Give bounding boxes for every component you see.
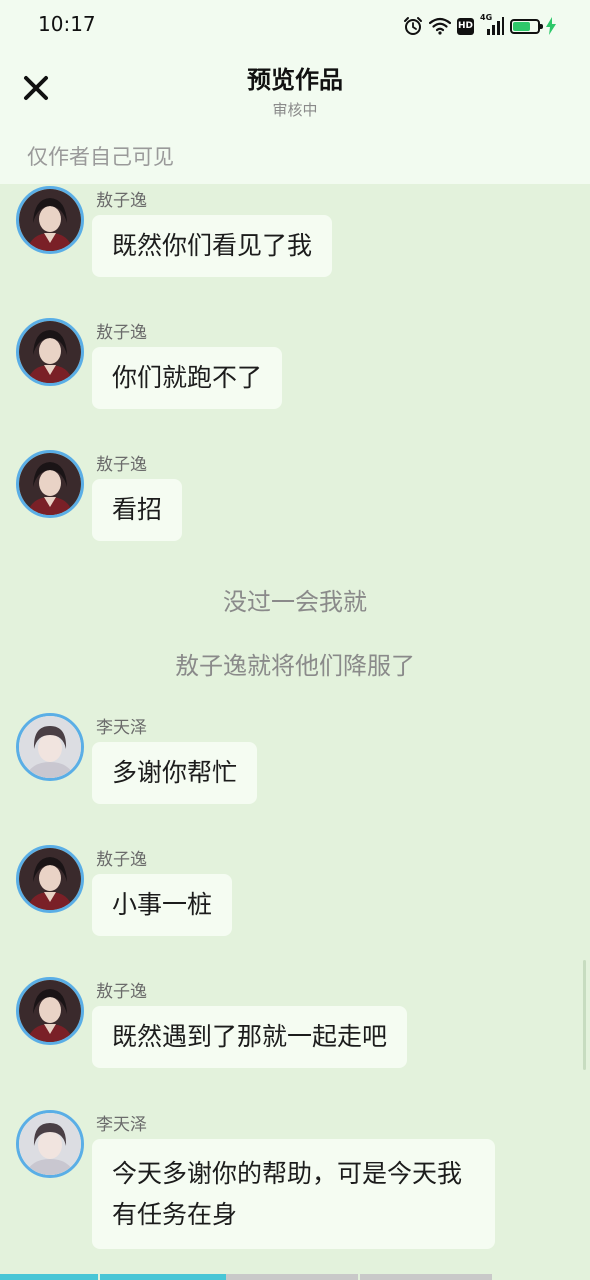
review-status: 审核中 bbox=[272, 101, 318, 119]
avatar-ao-ziyi[interactable] bbox=[16, 845, 84, 913]
avatar-li-tianze[interactable] bbox=[16, 1110, 84, 1178]
message-bubble: 你们就跑不了 bbox=[92, 347, 283, 409]
progress-divider bbox=[98, 1274, 100, 1280]
status-time: 10:17 bbox=[38, 12, 96, 36]
avatar-li-tianze[interactable] bbox=[16, 713, 84, 781]
sender-name: 敖子逸 bbox=[96, 850, 147, 870]
reading-progress-bar bbox=[0, 1274, 590, 1280]
charging-icon bbox=[546, 17, 556, 35]
sender-name: 敖子逸 bbox=[96, 455, 147, 475]
sender-name: 敖子逸 bbox=[96, 982, 147, 1002]
message-bubble: 多谢你帮忙 bbox=[92, 742, 258, 804]
message-bubble: 小事一桩 bbox=[92, 874, 233, 936]
message-bubble: 既然你们看见了我 bbox=[92, 215, 333, 277]
sender-name: 李天泽 bbox=[96, 1115, 147, 1135]
scrollbar[interactable] bbox=[583, 960, 586, 1070]
avatar-ao-ziyi[interactable] bbox=[16, 450, 84, 518]
page-title: 预览作品 bbox=[247, 66, 343, 94]
wifi-icon bbox=[429, 17, 451, 35]
sender-name: 李天泽 bbox=[96, 718, 147, 738]
sender-name: 敖子逸 bbox=[96, 323, 147, 343]
avatar-ao-ziyi[interactable] bbox=[16, 318, 84, 386]
message-bubble: 既然遇到了那就一起走吧 bbox=[92, 1006, 408, 1068]
alarm-icon bbox=[403, 16, 423, 36]
status-bar: 10:17 HD 4G bbox=[0, 0, 590, 52]
avatar-ao-ziyi[interactable] bbox=[16, 186, 84, 254]
top-bar: 10:17 HD 4G 预览作品 审核中 仅作者自己可见 bbox=[0, 0, 590, 184]
narration-text: 没过一会我就 bbox=[223, 588, 367, 616]
message-bubble: 看招 bbox=[92, 479, 183, 541]
avatar-ao-ziyi[interactable] bbox=[16, 977, 84, 1045]
battery-level bbox=[513, 21, 530, 31]
cellular-signal-icon: 4G bbox=[480, 13, 504, 36]
sender-name: 敖子逸 bbox=[96, 191, 147, 211]
visibility-note: 仅作者自己可见 bbox=[27, 145, 174, 169]
battery-icon bbox=[510, 18, 543, 34]
hd-icon: HD bbox=[457, 17, 474, 35]
message-bubble: 今天多谢你的帮助，可是今天我有任务在身 bbox=[92, 1139, 495, 1249]
progress-divider bbox=[358, 1274, 360, 1280]
status-icons: HD 4G bbox=[403, 13, 556, 38]
narration-text: 敖子逸就将他们降服了 bbox=[175, 652, 415, 680]
progress-fill bbox=[0, 1274, 226, 1280]
